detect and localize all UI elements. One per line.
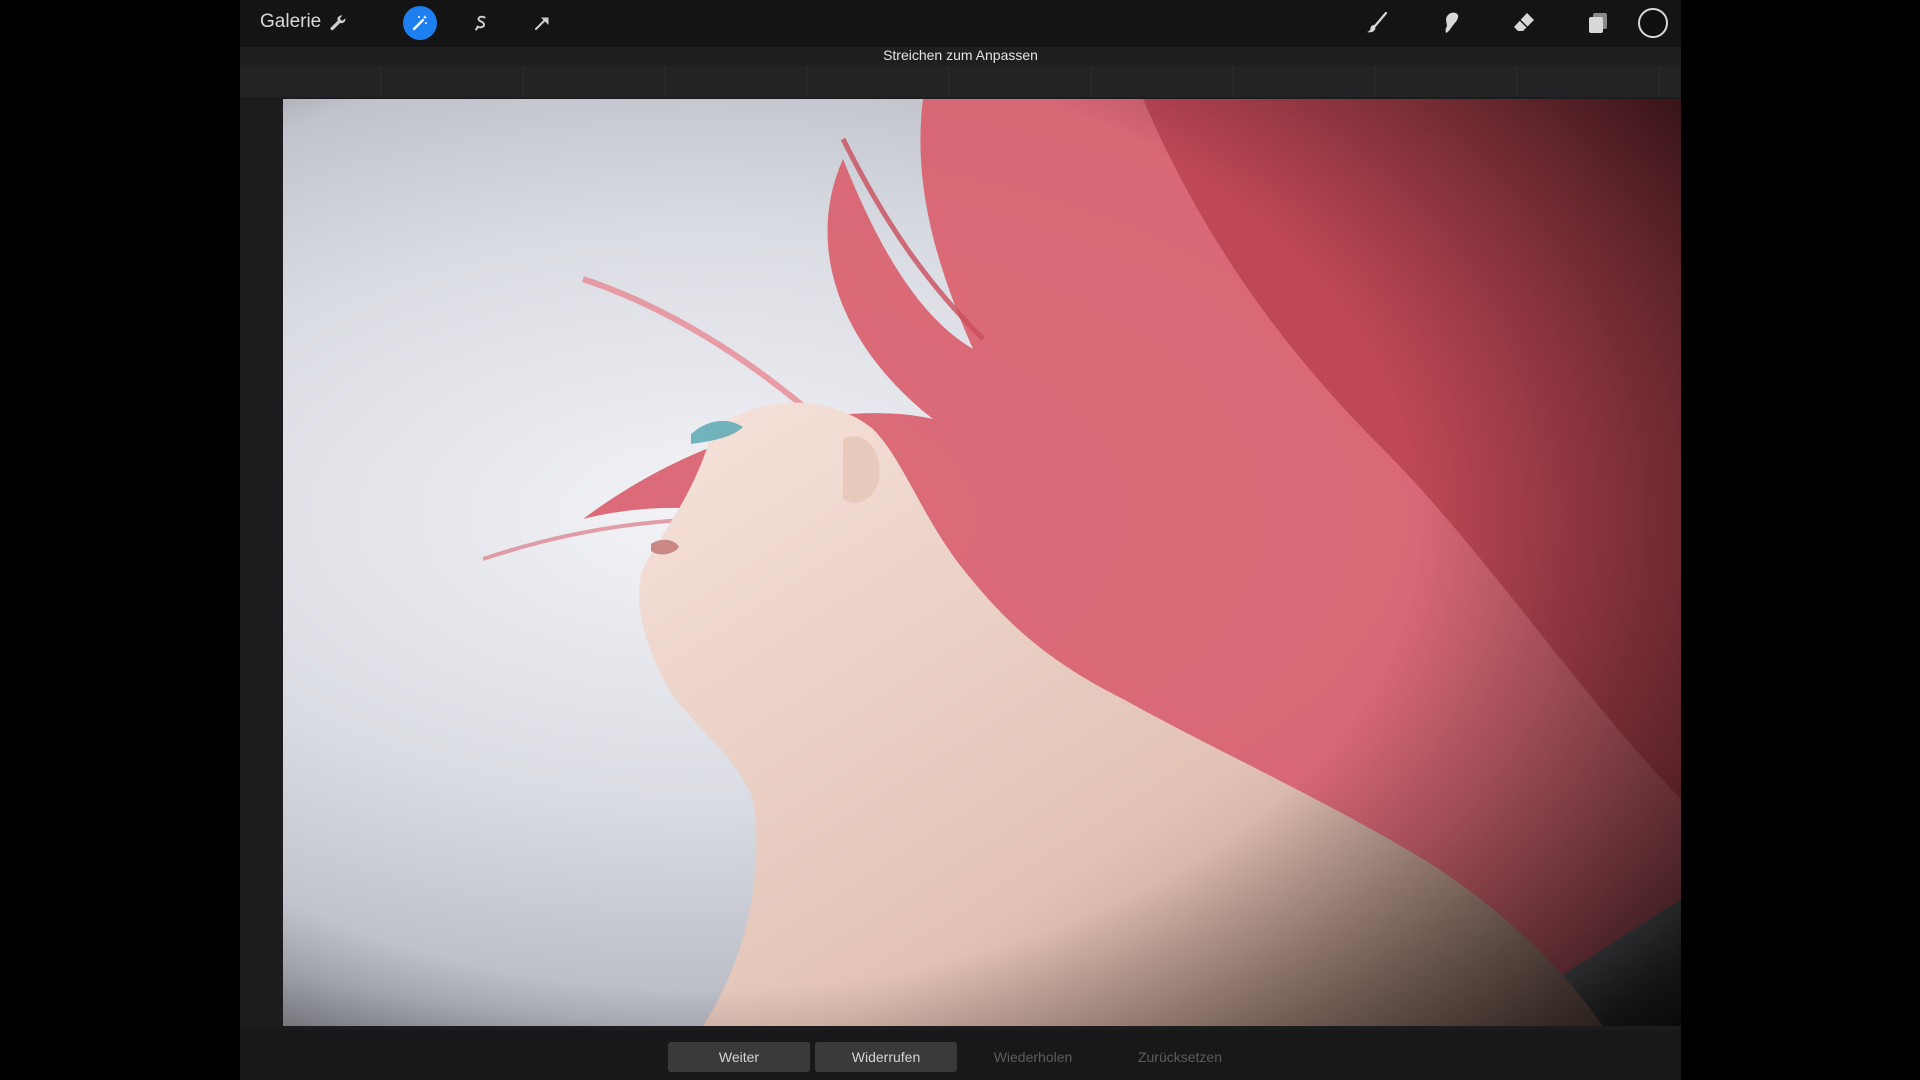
canvas-image[interactable] [283,99,1681,1026]
eraser-icon [1514,13,1534,31]
color-picker-swatch[interactable] [1638,8,1668,38]
undo-button[interactable]: Widerrufen [815,1042,957,1072]
canvas-area [240,97,1681,1030]
smudge-icon [1445,12,1459,33]
transform-button[interactable] [525,6,559,40]
photo-illustration [283,99,1681,1026]
paint-button[interactable] [1360,6,1394,40]
selection-button[interactable] [464,6,498,40]
transform-arrow-icon [535,17,549,30]
reset-button[interactable]: Zurücksetzen [1109,1042,1251,1072]
adjustment-hint: Streichen zum Anpassen [883,47,1038,63]
smudge-button[interactable] [1433,6,1467,40]
brush-icon [1367,11,1388,33]
redo-button[interactable]: Wiederholen [962,1042,1104,1072]
actions-button[interactable] [321,6,355,40]
adjustment-slider[interactable] [240,66,1681,97]
adjustments-button[interactable] [403,6,437,40]
wrench-icon [330,15,346,31]
procreate-app: Galerie Streichen zum Anpassen Weiter Wi… [240,0,1681,1080]
magic-wand-icon [412,15,428,31]
bottom-action-bar: Weiter Widerrufen Wiederholen Zurücksetz… [240,1030,1681,1080]
weiter-button[interactable]: Weiter [668,1042,810,1072]
layers-icon [1589,13,1607,33]
layers-button[interactable] [1581,6,1615,40]
gallery-link[interactable]: Galerie [260,11,321,33]
erase-button[interactable] [1507,6,1541,40]
selection-icon [475,15,486,31]
top-toolbar: Galerie [240,0,1681,47]
